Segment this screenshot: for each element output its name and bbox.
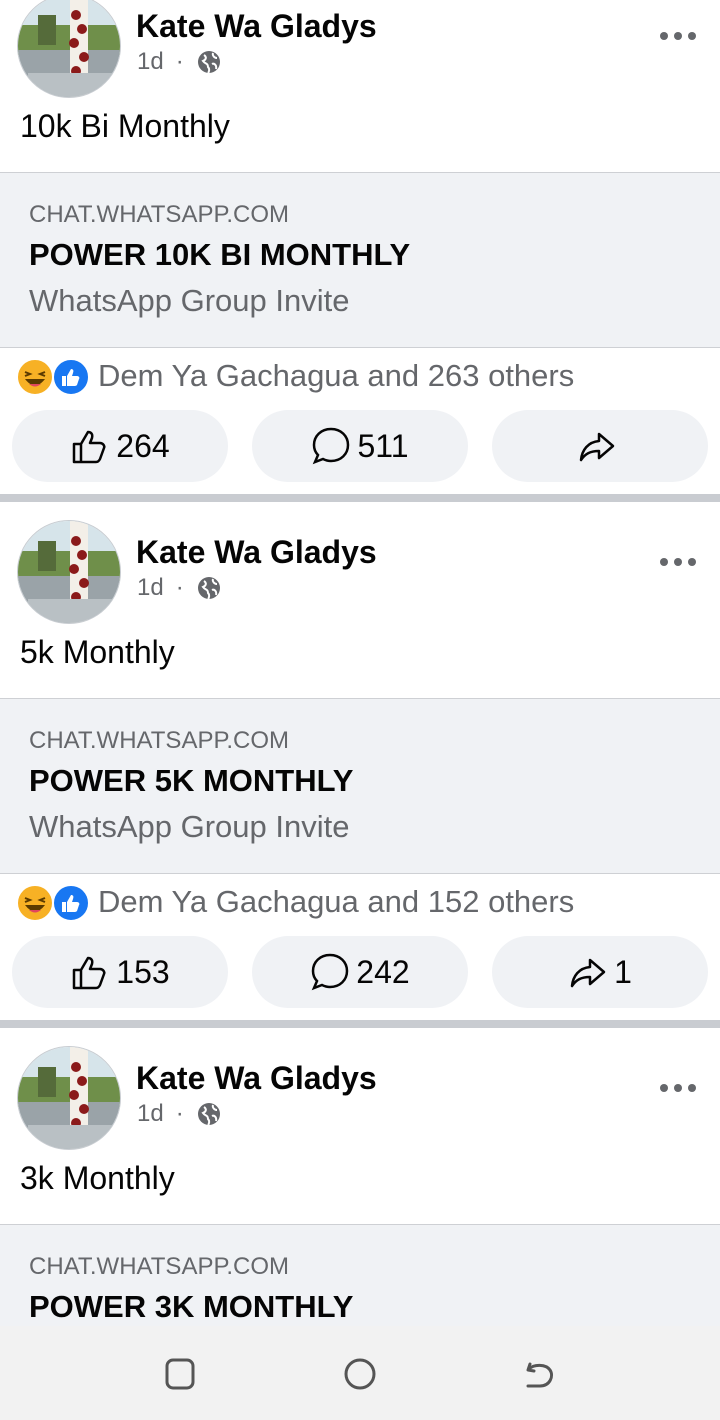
post-header: Kate Wa Gladys 1d ·: [0, 0, 720, 110]
link-subtitle: WhatsApp Group Invite: [29, 809, 350, 844]
more-options-icon[interactable]: [658, 1078, 698, 1098]
system-navigation-bar: [0, 1326, 720, 1420]
globe-icon: [197, 577, 220, 600]
reactions-summary[interactable]: Dem Ya Gachagua and 263 others: [0, 348, 720, 406]
like-reaction-icon: [52, 358, 90, 396]
post-separator: [0, 1020, 720, 1028]
post: Kate Wa Gladys 1d · 5k Monthly CHAT.WHAT…: [0, 502, 720, 1020]
link-preview-card[interactable]: CHAT.WHATSAPP.COM POWER 5K MONTHLY Whats…: [0, 698, 720, 874]
comment-icon: [313, 427, 350, 465]
thumbs-up-icon: [73, 430, 106, 464]
haha-reaction-icon: [16, 884, 54, 922]
link-title: POWER 10K BI MONTHLY: [29, 237, 411, 272]
back-icon[interactable]: [520, 1356, 560, 1392]
link-subtitle: WhatsApp Group Invite: [29, 283, 350, 318]
post-text: 10k Bi Monthly: [20, 108, 230, 144]
reactions-text: Dem Ya Gachagua and 263 others: [98, 358, 575, 393]
avatar[interactable]: [17, 1046, 121, 1150]
author-name[interactable]: Kate Wa Gladys: [136, 1060, 377, 1097]
share-count: 1: [614, 953, 632, 990]
haha-reaction-icon: [16, 358, 54, 396]
link-domain: CHAT.WHATSAPP.COM: [29, 1253, 290, 1280]
post-text: 3k Monthly: [20, 1160, 175, 1196]
recent-apps-icon[interactable]: [160, 1356, 200, 1392]
post-meta: 1d ·: [137, 48, 222, 76]
author-name[interactable]: Kate Wa Gladys: [136, 534, 377, 571]
post-header: Kate Wa Gladys 1d ·: [0, 520, 720, 636]
comment-icon: [311, 953, 349, 991]
separator-dot: ·: [175, 574, 184, 601]
post: Kate Wa Gladys 1d · 10k Bi Monthly CHAT.…: [0, 0, 720, 494]
comment-button[interactable]: 511: [252, 410, 468, 482]
separator-dot: ·: [175, 1100, 184, 1127]
post-meta: 1d ·: [137, 1100, 222, 1128]
post-meta: 1d ·: [137, 574, 222, 602]
link-domain: CHAT.WHATSAPP.COM: [29, 201, 290, 228]
comment-count: 242: [356, 953, 410, 990]
home-icon[interactable]: [340, 1356, 380, 1392]
separator-dot: ·: [175, 48, 184, 75]
author-name[interactable]: Kate Wa Gladys: [136, 8, 377, 45]
more-options-icon[interactable]: [658, 26, 698, 46]
post: Kate Wa Gladys 1d · 3k Monthly CHAT.WHAT…: [0, 1028, 720, 1400]
share-button[interactable]: 1: [492, 936, 708, 1008]
thumbs-up-icon: [73, 956, 106, 990]
avatar[interactable]: [17, 0, 121, 98]
reactions-text: Dem Ya Gachagua and 152 others: [98, 884, 575, 919]
share-icon: [570, 958, 606, 988]
post-separator: [0, 494, 720, 502]
comment-button[interactable]: 242: [252, 936, 468, 1008]
post-time[interactable]: 1d: [137, 48, 164, 76]
like-reaction-icon: [52, 884, 90, 922]
action-bar: 264 511: [0, 406, 720, 490]
reactions-summary[interactable]: Dem Ya Gachagua and 152 others: [0, 874, 720, 932]
link-title: POWER 5K MONTHLY: [29, 763, 354, 798]
link-domain: CHAT.WHATSAPP.COM: [29, 727, 290, 754]
like-button[interactable]: 264: [12, 410, 228, 482]
comment-count: 511: [357, 427, 409, 464]
like-count: 264: [116, 427, 170, 464]
link-title: POWER 3K MONTHLY: [29, 1289, 354, 1324]
post-header: Kate Wa Gladys 1d ·: [0, 1046, 720, 1162]
share-icon: [579, 432, 615, 462]
like-count: 153: [116, 953, 170, 990]
like-button[interactable]: 153: [12, 936, 228, 1008]
globe-icon: [197, 51, 220, 74]
post-time[interactable]: 1d: [137, 574, 164, 602]
share-button[interactable]: [492, 410, 708, 482]
more-options-icon[interactable]: [658, 552, 698, 572]
globe-icon: [197, 1103, 220, 1126]
avatar[interactable]: [17, 520, 121, 624]
post-text: 5k Monthly: [20, 634, 175, 670]
link-preview-card[interactable]: CHAT.WHATSAPP.COM POWER 10K BI MONTHLY W…: [0, 172, 720, 348]
action-bar: 153 242 1: [0, 932, 720, 1016]
post-time[interactable]: 1d: [137, 1100, 164, 1128]
news-feed: Kate Wa Gladys 1d · 10k Bi Monthly CHAT.…: [0, 0, 720, 1400]
